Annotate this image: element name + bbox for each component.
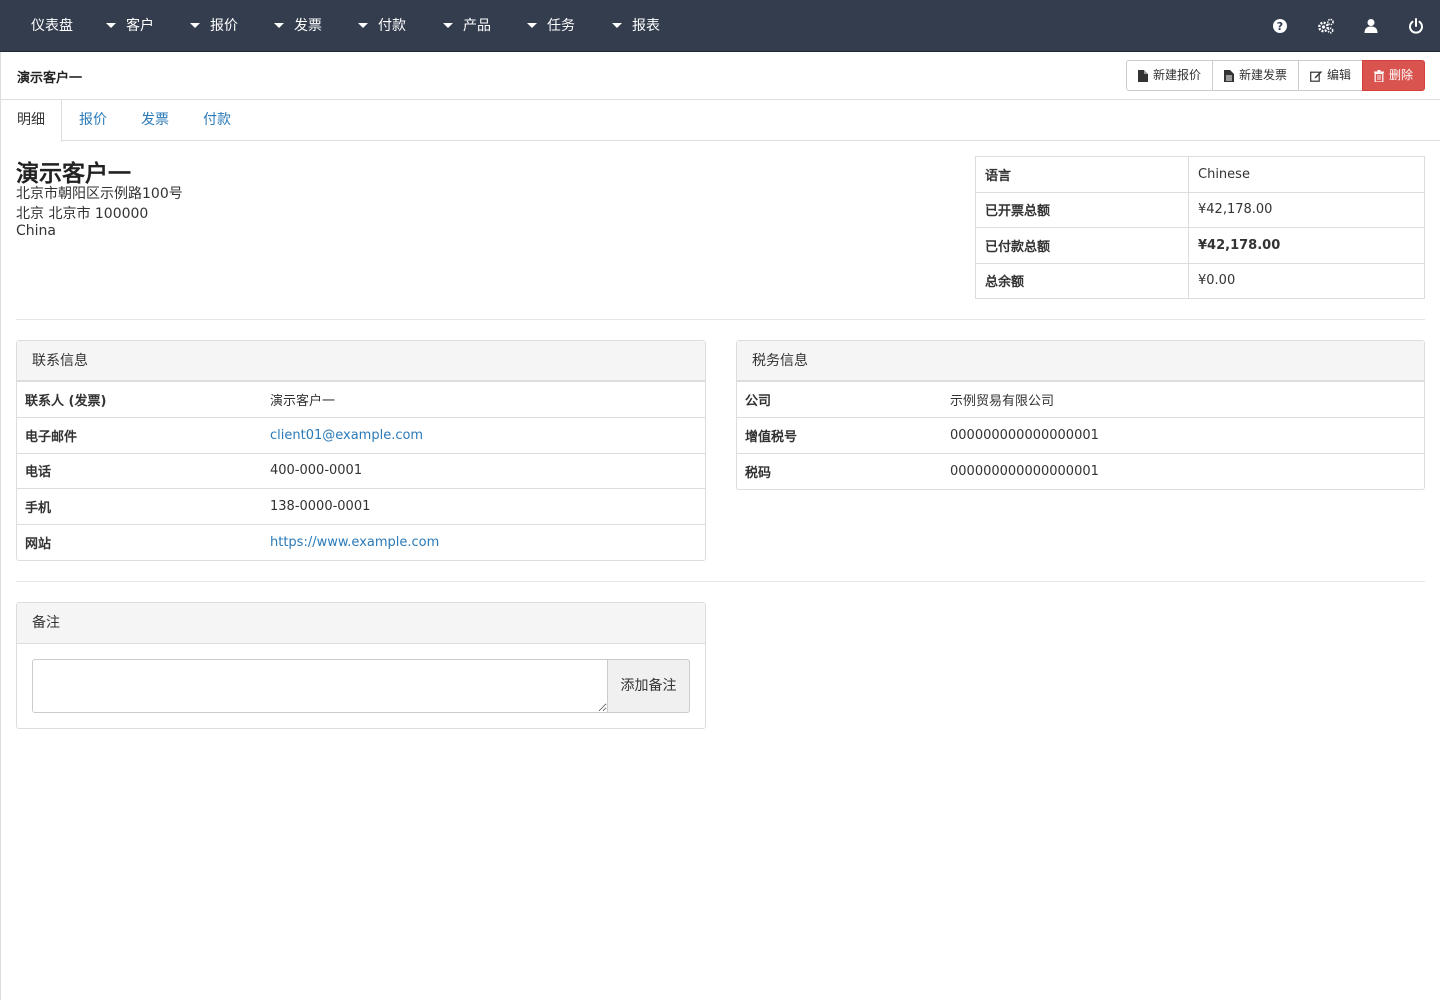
notes-panel: 备注 添加备注 [16, 602, 706, 729]
svg-text:?: ? [1277, 20, 1283, 33]
row-label: 联系人 (发票) [25, 394, 107, 410]
panel-title: 税务信息 [737, 341, 1424, 382]
summary-label: 语言 [975, 156, 1189, 193]
trash-icon [1373, 69, 1384, 82]
website-link[interactable]: https://www.example.com [270, 535, 439, 550]
client-country: China [16, 223, 56, 239]
row-label: 电话 [17, 452, 262, 489]
user-icon[interactable] [1361, 16, 1381, 36]
new-invoice-button[interactable]: 新建发票 [1211, 60, 1299, 91]
note-input[interactable] [32, 659, 608, 713]
caret-down-icon [358, 22, 368, 28]
nav-reports-dropdown[interactable]: 报表 [612, 0, 660, 52]
summary-label: 已开票总额 [975, 191, 1189, 228]
summary-value: Chinese [1188, 156, 1425, 193]
email-link[interactable]: client01@example.com [270, 428, 423, 443]
table-row: 电话 400-000-0001 [17, 452, 705, 489]
divider [16, 319, 1425, 320]
table-row: 联系人 (发票) 演示客户一 [17, 382, 705, 418]
summary-value: ¥42,178.00 [1188, 227, 1425, 264]
client-address-line1: 北京市朝阳区示例路100号 [16, 186, 183, 202]
row-value: 演示客户一 [270, 394, 336, 410]
row-label: 公司 [745, 394, 772, 410]
caret-down-icon [612, 22, 622, 28]
summary-label: 已付款总额 [975, 227, 1189, 264]
caret-down-icon [274, 22, 284, 28]
divider [16, 581, 1425, 582]
caret-down-icon [106, 22, 116, 28]
contact-info-panel: 联系信息 联系人 (发票) 演示客户一 电子邮件 client01@exampl… [16, 340, 706, 561]
summary-label: 总余额 [975, 262, 1189, 299]
tax-info-panel: 税务信息 公司 示例贸易有限公司 增值税号 000000000000000001… [736, 340, 1425, 490]
tab-payments[interactable]: 付款 [187, 100, 247, 141]
nav-products-dropdown[interactable]: 产品 [443, 0, 491, 52]
file-text-icon [1223, 69, 1234, 82]
header-button-group: 新建报价 新建发票 编辑 删除 [1125, 60, 1425, 91]
row-label: 手机 [17, 488, 262, 525]
top-navbar: 仪表盘 客户 报价 发票 付款 产品 任务 报表 ? [0, 0, 1440, 52]
table-row: 网站 https://www.example.com [17, 523, 705, 560]
help-icon[interactable]: ? [1270, 16, 1290, 36]
summary-value: ¥42,178.00 [1188, 191, 1425, 228]
panel-title: 联系信息 [17, 341, 705, 382]
tab-quotes[interactable]: 报价 [63, 100, 123, 141]
table-row: 税码 000000000000000001 [737, 452, 1424, 489]
caret-down-icon [443, 22, 453, 28]
row-value: 400-000-0001 [262, 452, 705, 489]
panel-title: 备注 [17, 603, 705, 644]
row-value: 示例贸易有限公司 [950, 394, 1055, 410]
page-header: 演示客户一 新建报价 新建发票 编辑 删除 [0, 52, 1440, 100]
nav-tasks-dropdown[interactable]: 任务 [527, 0, 575, 52]
table-row: 增值税号 000000000000000001 [737, 417, 1424, 454]
row-label: 增值税号 [737, 417, 942, 454]
client-summary-table: 语言 Chinese 已开票总额 ¥42,178.00 已付款总额 ¥42,17… [975, 156, 1425, 299]
edit-icon [1310, 70, 1322, 82]
content-left-border [0, 140, 1, 1000]
new-quote-button[interactable]: 新建报价 [1125, 60, 1213, 91]
tax-info-table: 公司 示例贸易有限公司 增值税号 000000000000000001 税码 0… [737, 382, 1424, 489]
table-row: 电子邮件 client01@example.com [17, 417, 705, 454]
summary-value: ¥0.00 [1188, 262, 1425, 299]
nav-clients-dropdown[interactable]: 客户 [106, 0, 154, 52]
client-address-line2: 北京 北京市 100000 [16, 206, 149, 222]
contact-info-table: 联系人 (发票) 演示客户一 电子邮件 client01@example.com… [17, 382, 705, 560]
caret-down-icon [190, 22, 200, 28]
nav-invoices-dropdown[interactable]: 发票 [274, 0, 322, 52]
client-tabs: 明细 报价 发票 付款 [0, 100, 1440, 142]
row-value: 000000000000000001 [942, 417, 1424, 454]
nav-dashboard[interactable]: 仪表盘 [31, 0, 73, 52]
power-icon[interactable] [1406, 16, 1426, 36]
page-title: 演示客户一 [17, 71, 83, 86]
row-value: 138-0000-0001 [262, 488, 705, 525]
settings-icon[interactable] [1316, 16, 1336, 36]
nav-quotes-dropdown[interactable]: 报价 [190, 0, 238, 52]
row-value: 000000000000000001 [942, 452, 1424, 489]
summary-row-language: 语言 Chinese [975, 156, 1425, 193]
summary-row-balance: 总余额 ¥0.00 [975, 262, 1425, 299]
table-row: 公司 示例贸易有限公司 [737, 382, 1424, 418]
table-row: 手机 138-0000-0001 [17, 488, 705, 525]
nav-payments-dropdown[interactable]: 付款 [358, 0, 406, 52]
caret-down-icon [527, 22, 537, 28]
note-input-group: 添加备注 [32, 659, 690, 713]
row-label: 网站 [17, 523, 262, 560]
summary-row-invoiced: 已开票总额 ¥42,178.00 [975, 191, 1425, 228]
edit-button[interactable]: 编辑 [1297, 60, 1363, 91]
add-note-button[interactable]: 添加备注 [608, 659, 690, 713]
tab-invoices[interactable]: 发票 [125, 100, 185, 141]
summary-row-paid: 已付款总额 ¥42,178.00 [975, 227, 1425, 264]
tab-details[interactable]: 明细 [1, 100, 62, 142]
row-label: 税码 [737, 452, 942, 489]
delete-button[interactable]: 删除 [1361, 60, 1425, 91]
row-label: 电子邮件 [17, 417, 262, 454]
file-icon [1137, 69, 1148, 82]
